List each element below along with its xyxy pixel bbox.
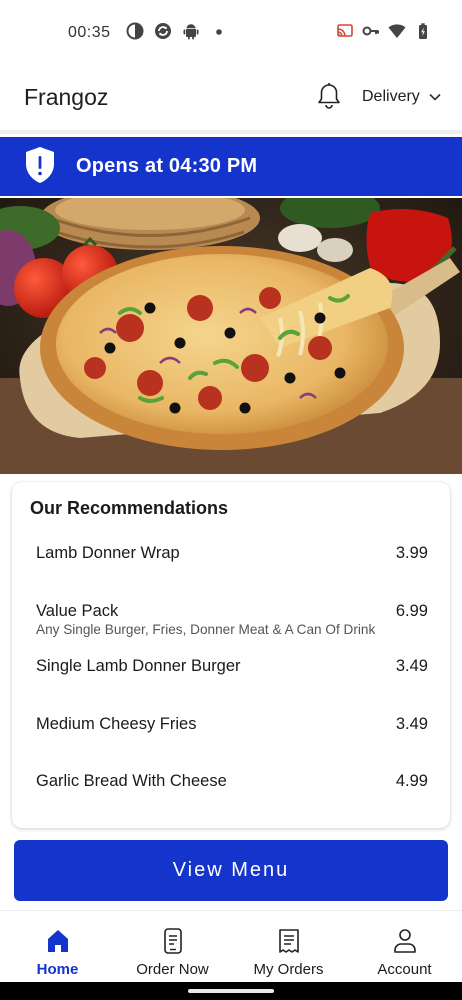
status-time: 00:35 [68, 24, 111, 41]
account-icon [393, 929, 416, 953]
nav-label-home: Home [36, 961, 79, 978]
view-menu-button[interactable]: View Menu [14, 840, 448, 901]
order-phone-icon [163, 928, 182, 954]
pizza-photo-illustration [0, 198, 462, 474]
recommendation-item[interactable]: Garlic Bread With Cheese 4.99 [36, 772, 428, 791]
battery-icon [419, 23, 427, 39]
nav-item-home[interactable]: Home [0, 911, 115, 983]
item-name: Lamb Donner Wrap [36, 544, 180, 562]
restaurant-name: Frangoz [24, 84, 109, 110]
item-price: 6.99 [395, 602, 428, 620]
shield-alert-icon [26, 147, 54, 183]
header-divider [0, 130, 462, 134]
dot-icon [216, 29, 222, 35]
vpn-key-icon [362, 26, 379, 36]
delivery-mode-label: Delivery [362, 88, 420, 105]
nav-label-account: Account [377, 961, 432, 978]
android-icon [183, 24, 199, 40]
item-name: Medium Cheesy Fries [36, 715, 197, 733]
item-name: Garlic Bread With Cheese [36, 772, 227, 790]
recommendations-title: Our Recommendations [30, 498, 229, 518]
nav-item-order-now[interactable]: Order Now [115, 911, 230, 983]
home-icon [47, 930, 68, 952]
bottom-navigation: Home Order Now My Orders Account [0, 910, 462, 982]
item-name: Single Lamb Donner Burger [36, 657, 241, 675]
item-name: Value Pack [36, 602, 119, 620]
nav-label-my-orders: My Orders [253, 961, 324, 978]
nav-item-account[interactable]: Account [347, 911, 462, 983]
pizza-photo [0, 198, 462, 474]
nav-label-order-now: Order Now [136, 961, 209, 978]
status-left-icons [126, 22, 228, 40]
nav-item-my-orders[interactable]: My Orders [231, 911, 346, 983]
cast-icon [337, 24, 353, 37]
item-price: 4.99 [395, 772, 428, 790]
receipt-icon [278, 929, 299, 953]
chevron-down-icon [429, 93, 441, 101]
delivery-mode-selector[interactable]: Delivery [362, 88, 442, 106]
item-price: 3.99 [395, 544, 428, 562]
item-description: Any Single Burger, Fries, Donner Meat & … [36, 622, 376, 637]
sync-icon [155, 23, 171, 39]
app-header: Frangoz Delivery [0, 64, 462, 130]
status-right-icons [336, 22, 432, 40]
recommendation-item[interactable]: Single Lamb Donner Burger 3.49 [36, 657, 428, 676]
recommendation-item[interactable]: Lamb Donner Wrap 3.99 [36, 544, 428, 563]
item-price: 3.49 [395, 715, 428, 733]
data-saver-icon [126, 22, 144, 40]
status-bar: 00:35 [0, 0, 462, 64]
item-price: 3.49 [395, 657, 428, 675]
opening-hours-banner: Opens at 04:30 PM [0, 137, 462, 196]
wifi-icon [388, 24, 406, 38]
gesture-handle[interactable] [188, 989, 274, 993]
recommendation-item[interactable]: Value Pack 6.99 Any Single Burger, Fries… [36, 602, 428, 637]
system-gesture-bar [0, 982, 462, 1000]
opening-hours-text: Opens at 04:30 PM [76, 155, 258, 177]
recommendation-item[interactable]: Medium Cheesy Fries 3.49 [36, 715, 428, 734]
recommendations-card: Our Recommendations Lamb Donner Wrap 3.9… [12, 482, 450, 828]
bell-icon[interactable] [316, 82, 342, 110]
